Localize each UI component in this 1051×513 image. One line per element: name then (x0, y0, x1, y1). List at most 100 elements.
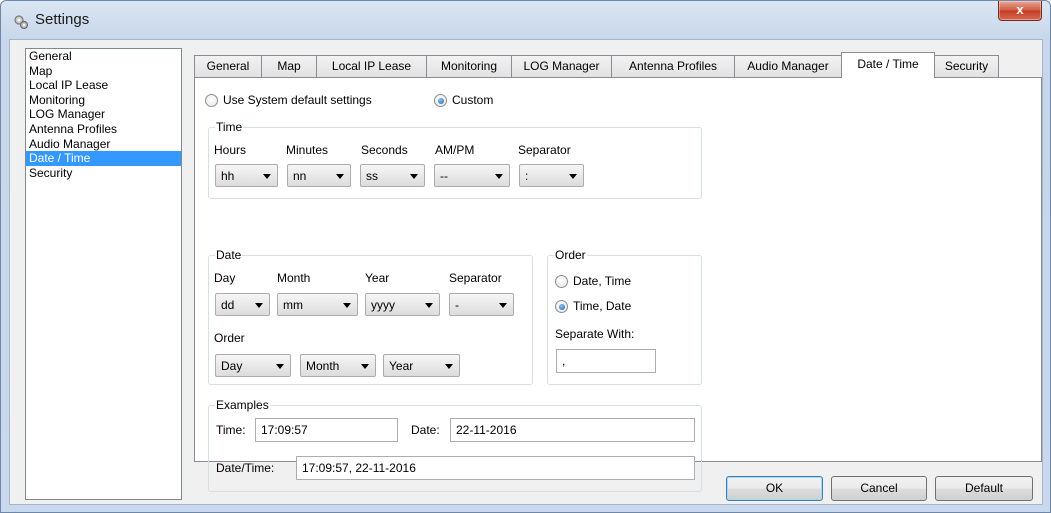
time-date-order-label: Time, Date (573, 299, 632, 313)
seconds-label: Seconds (361, 143, 408, 157)
chevron-down-icon (410, 174, 418, 179)
tab-audio-manager[interactable]: Audio Manager (734, 55, 842, 77)
example-datetime-field: 17:09:57, 22-11-2016 (296, 456, 695, 480)
tab-map[interactable]: Map (261, 55, 317, 77)
separate-with-label: Separate With: (555, 327, 635, 341)
sidebar-item-general[interactable]: General (26, 49, 181, 64)
separate-with-input[interactable]: , (556, 349, 656, 373)
category-list[interactable]: General Map Local IP Lease Monitoring LO… (25, 48, 182, 500)
sidebar-item-audio-manager[interactable]: Audio Manager (26, 137, 181, 152)
example-date-field: 22-11-2016 (450, 418, 695, 442)
date-order-second-value: Month (306, 359, 340, 373)
date-group: Date Day Month Year Separator dd mm yyyy (208, 248, 533, 385)
system-default-label: Use System default settings (223, 93, 372, 107)
ok-button[interactable]: OK (726, 476, 823, 501)
system-default-radio[interactable] (205, 94, 218, 107)
examples-group-title: Examples (215, 398, 270, 412)
chevron-down-icon (425, 303, 433, 308)
examples-group: Examples Time: 17:09:57 Date: 22-11-2016… (208, 398, 702, 492)
title-bar[interactable]: Settings x (1, 1, 1050, 39)
settings-window: Settings x General Map Local IP Lease Mo… (0, 0, 1051, 513)
date-order-label: Order (214, 331, 245, 345)
example-time-field: 17:09:57 (255, 418, 398, 442)
seconds-value: ss (366, 169, 378, 183)
date-time-order-radio[interactable] (555, 275, 568, 288)
order-group: Order Date, Time Time, Date Separate Wit… (547, 248, 702, 385)
tab-security[interactable]: Security (934, 55, 999, 77)
tab-log-manager[interactable]: LOG Manager (511, 55, 612, 77)
chevron-down-icon (499, 303, 507, 308)
month-value: mm (283, 298, 303, 312)
sidebar-item-date-time[interactable]: Date / Time (26, 151, 181, 166)
chevron-down-icon (569, 174, 577, 179)
close-button[interactable]: x (998, 1, 1042, 21)
year-select[interactable]: yyyy (365, 293, 440, 316)
sidebar-item-security[interactable]: Security (26, 166, 181, 181)
date-order-second-select[interactable]: Month (300, 354, 376, 377)
minutes-label: Minutes (286, 143, 329, 157)
day-label: Day (214, 271, 236, 285)
day-select[interactable]: dd (215, 293, 270, 316)
example-datetime-label: Date/Time: (216, 461, 275, 475)
date-order-first-value: Day (221, 359, 243, 373)
custom-label: Custom (452, 93, 494, 107)
minutes-value: nn (293, 169, 307, 183)
client-area: General Map Local IP Lease Monitoring LO… (9, 39, 1043, 505)
day-value: dd (221, 298, 235, 312)
chevron-down-icon (276, 364, 284, 369)
month-label: Month (277, 271, 311, 285)
tab-monitoring[interactable]: Monitoring (426, 55, 512, 77)
date-order-third-select[interactable]: Year (383, 354, 460, 377)
chevron-down-icon (361, 364, 369, 369)
minutes-select[interactable]: nn (287, 164, 351, 187)
year-value: yyyy (371, 298, 395, 312)
sidebar-item-log-manager[interactable]: LOG Manager (26, 107, 181, 122)
hours-label: Hours (214, 143, 247, 157)
date-separator-select[interactable]: - (449, 293, 514, 316)
chevron-down-icon (255, 303, 263, 308)
date-order-third-value: Year (389, 359, 414, 373)
date-time-panel: Use System default settings Custom Time … (194, 77, 1042, 492)
tab-bar: General Map Local IP Lease Monitoring LO… (194, 52, 1014, 78)
order-group-title: Order (554, 248, 587, 262)
time-separator-label: Separator (518, 143, 571, 157)
year-label: Year (365, 271, 390, 285)
date-group-title: Date (215, 248, 243, 262)
close-icon: x (1016, 2, 1024, 17)
cancel-button[interactable]: Cancel (831, 476, 927, 501)
time-group: Time Hours Minutes Seconds AM/PM Separat… (208, 120, 702, 199)
hours-select[interactable]: hh (215, 164, 278, 187)
ampm-value: -- (440, 169, 448, 183)
custom-radio[interactable] (434, 94, 447, 107)
chevron-down-icon (263, 174, 271, 179)
tab-general[interactable]: General (194, 55, 262, 77)
sidebar-item-antenna-profiles[interactable]: Antenna Profiles (26, 122, 181, 137)
chevron-down-icon (445, 364, 453, 369)
example-time-label: Time: (216, 423, 246, 437)
time-separator-value: : (525, 169, 529, 183)
date-time-order-label: Date, Time (573, 274, 632, 288)
tab-date-time[interactable]: Date / Time (841, 52, 935, 78)
example-date-label: Date: (411, 423, 440, 437)
tab-local-ip-lease[interactable]: Local IP Lease (316, 55, 427, 77)
chevron-down-icon (495, 174, 503, 179)
sidebar-item-map[interactable]: Map (26, 64, 181, 79)
default-button[interactable]: Default (935, 476, 1033, 501)
time-date-order-radio[interactable] (555, 300, 568, 313)
seconds-select[interactable]: ss (360, 164, 425, 187)
ampm-select[interactable]: -- (434, 164, 510, 187)
time-group-title: Time (215, 120, 244, 134)
sidebar-item-monitoring[interactable]: Monitoring (26, 93, 181, 108)
month-select[interactable]: mm (277, 293, 358, 316)
window-title: Settings (35, 11, 90, 28)
sidebar-item-local-ip-lease[interactable]: Local IP Lease (26, 78, 181, 93)
tab-antenna-profiles[interactable]: Antenna Profiles (611, 55, 735, 77)
date-separator-value: - (455, 298, 459, 312)
date-order-first-select[interactable]: Day (215, 354, 291, 377)
date-separator-label: Separator (449, 271, 502, 285)
settings-gears-icon (14, 15, 29, 30)
chevron-down-icon (336, 174, 344, 179)
ampm-label: AM/PM (435, 143, 475, 157)
hours-value: hh (221, 169, 235, 183)
time-separator-select[interactable]: : (519, 164, 584, 187)
